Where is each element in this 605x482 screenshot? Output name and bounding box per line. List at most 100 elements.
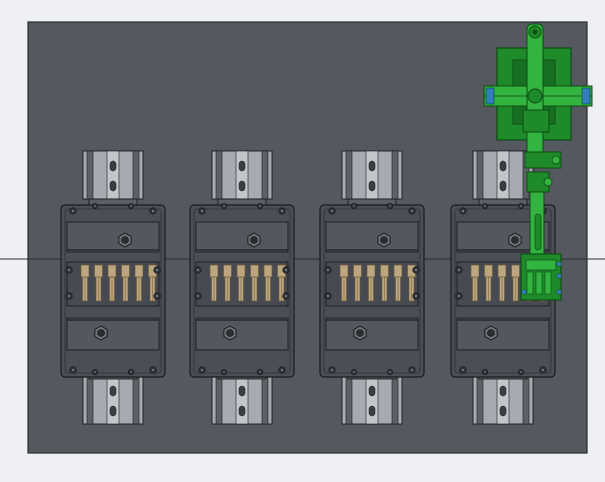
sensor-fitting bbox=[556, 289, 562, 295]
lower-clamp-bar bbox=[66, 317, 160, 351]
sensor-fitting bbox=[521, 289, 527, 295]
rail-right-track bbox=[132, 375, 140, 425]
bolt-center bbox=[222, 370, 226, 374]
bolt-center bbox=[196, 294, 200, 298]
bolt-center bbox=[326, 294, 330, 298]
bolt-center bbox=[93, 204, 97, 208]
bolt-center bbox=[71, 368, 75, 372]
end-effector-finger bbox=[535, 271, 543, 295]
bolt-center bbox=[284, 268, 288, 272]
bolt-center bbox=[280, 209, 284, 213]
upper-clamp-bar bbox=[66, 221, 160, 253]
finger-head bbox=[80, 264, 90, 278]
bolt-center bbox=[519, 370, 523, 374]
bolt-center bbox=[330, 209, 334, 213]
bolt-center bbox=[71, 209, 75, 213]
rail-right-track bbox=[261, 150, 269, 200]
bolt-center bbox=[410, 209, 414, 213]
finger-head bbox=[223, 264, 232, 278]
rail-center bbox=[496, 150, 510, 200]
shaft-end-cap bbox=[485, 87, 495, 105]
rail-slot bbox=[109, 180, 117, 192]
rail-left-track bbox=[215, 150, 223, 200]
bolt-center bbox=[352, 370, 356, 374]
arm-top-pivot-pin bbox=[532, 29, 538, 35]
bolt-center bbox=[155, 268, 159, 272]
bolt-center bbox=[93, 370, 97, 374]
nut-bore bbox=[121, 236, 129, 244]
upper-clamp-bar bbox=[195, 221, 289, 253]
bolt-center bbox=[151, 209, 155, 213]
bolt-center bbox=[326, 268, 330, 272]
arm-lower-slot bbox=[534, 213, 542, 251]
rail-right-track bbox=[522, 375, 530, 425]
finger-head bbox=[366, 264, 376, 278]
finger-head bbox=[94, 264, 103, 278]
finger-head bbox=[497, 264, 507, 278]
arm-elbow-block bbox=[522, 109, 550, 133]
nut-bore bbox=[97, 329, 105, 337]
cad-viewport[interactable] bbox=[0, 0, 605, 482]
lower-clamp-bar bbox=[325, 317, 419, 351]
rail-slot bbox=[368, 160, 376, 172]
nut-bore bbox=[380, 236, 388, 244]
rail-slot bbox=[238, 405, 246, 417]
arm-shoulder-pivot bbox=[527, 88, 543, 104]
finger-head bbox=[470, 264, 480, 278]
rail-center bbox=[365, 150, 379, 200]
nut-bore bbox=[226, 329, 234, 337]
rail-slot bbox=[499, 385, 507, 397]
bolt-center bbox=[200, 209, 204, 213]
rail-right-track bbox=[391, 150, 399, 200]
rail-left-track bbox=[476, 150, 484, 200]
rail-left-track bbox=[215, 375, 223, 425]
bolt-center bbox=[457, 268, 461, 272]
bolt-center bbox=[483, 370, 487, 374]
finger-head bbox=[353, 264, 362, 278]
bolt-center bbox=[410, 368, 414, 372]
rail-left-track bbox=[86, 375, 94, 425]
rail-slot bbox=[238, 180, 246, 192]
bolt-center bbox=[388, 204, 392, 208]
finger-head bbox=[134, 264, 144, 278]
rail-left-track bbox=[86, 150, 94, 200]
bolt-center bbox=[200, 368, 204, 372]
finger-head bbox=[393, 264, 403, 278]
bolt-center bbox=[258, 204, 262, 208]
finger-head bbox=[339, 264, 349, 278]
upper-clamp-bar bbox=[325, 221, 419, 253]
bolt-center bbox=[461, 368, 465, 372]
bolt-center bbox=[284, 294, 288, 298]
finger-head bbox=[121, 264, 130, 278]
rail-slot bbox=[499, 160, 507, 172]
rail-right-track bbox=[132, 150, 140, 200]
bolt-center bbox=[352, 204, 356, 208]
sensor-fitting bbox=[556, 273, 562, 279]
rail-left-track bbox=[345, 150, 353, 200]
bolt-center bbox=[258, 370, 262, 374]
bolt-center bbox=[67, 294, 71, 298]
finger-head bbox=[511, 264, 520, 278]
bolt-center bbox=[151, 368, 155, 372]
finger-head bbox=[209, 264, 219, 278]
rail-center bbox=[106, 150, 120, 200]
rail-slot bbox=[499, 405, 507, 417]
rail-slot bbox=[238, 160, 246, 172]
bolt-center bbox=[457, 294, 461, 298]
rail-center bbox=[235, 375, 249, 425]
bolt-center bbox=[483, 204, 487, 208]
bolt-center bbox=[541, 368, 545, 372]
bolt-center bbox=[129, 370, 133, 374]
bolt-center bbox=[196, 268, 200, 272]
bolt-center bbox=[519, 204, 523, 208]
rail-right-track bbox=[391, 375, 399, 425]
bolt-center bbox=[461, 209, 465, 213]
nut-bore bbox=[250, 236, 258, 244]
rail-slot bbox=[368, 385, 376, 397]
bolt-center bbox=[129, 204, 133, 208]
bolt-center bbox=[388, 370, 392, 374]
nut-bore bbox=[487, 329, 495, 337]
bolt-center bbox=[155, 294, 159, 298]
finger-head bbox=[263, 264, 273, 278]
arm-wrist-pin bbox=[543, 177, 553, 187]
